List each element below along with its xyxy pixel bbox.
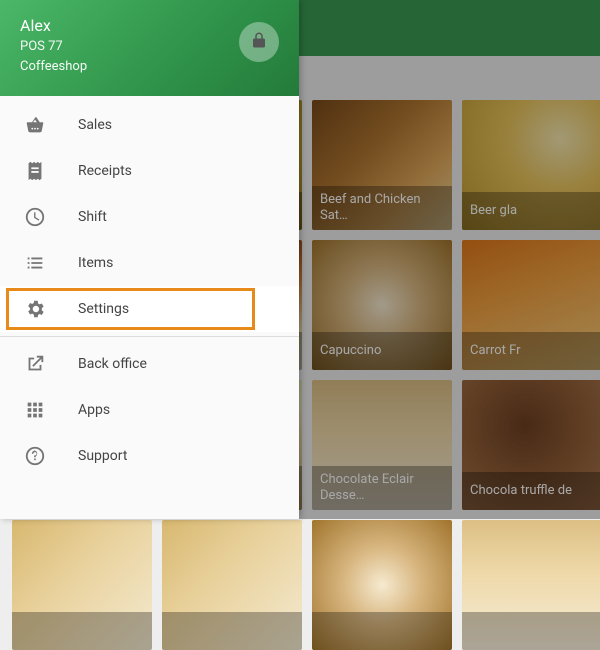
menu-item-items[interactable]: Items <box>0 240 299 286</box>
menu-item-receipts[interactable]: Receipts <box>0 148 299 194</box>
menu-label: Apps <box>78 402 110 418</box>
help-icon <box>24 445 46 467</box>
menu-item-back-office[interactable]: Back office <box>0 341 299 387</box>
menu-divider <box>0 336 299 337</box>
menu-label: Back office <box>78 356 147 372</box>
receipt-icon <box>24 160 46 182</box>
external-link-icon <box>24 353 46 375</box>
drawer-menu: Sales Receipts Shift Items Settings <box>0 96 299 479</box>
menu-item-support[interactable]: Support <box>0 433 299 479</box>
menu-label: Support <box>78 448 127 464</box>
lock-button[interactable] <box>239 22 279 62</box>
menu-item-settings[interactable]: Settings <box>0 286 299 332</box>
menu-item-shift[interactable]: Shift <box>0 194 299 240</box>
menu-label: Items <box>78 255 113 271</box>
grid-tile[interactable] <box>12 520 152 650</box>
list-icon <box>24 252 46 274</box>
basket-icon <box>24 114 46 136</box>
grid-tile[interactable] <box>462 520 600 650</box>
drawer-header: Alex POS 77 Coffeeshop <box>0 0 299 96</box>
gear-icon <box>24 298 46 320</box>
menu-label: Settings <box>78 301 129 317</box>
menu-item-sales[interactable]: Sales <box>0 102 299 148</box>
nav-drawer: Alex POS 77 Coffeeshop Sales Receipts <box>0 0 299 519</box>
menu-item-apps[interactable]: Apps <box>0 387 299 433</box>
lock-icon <box>250 31 268 53</box>
menu-label: Shift <box>78 209 107 225</box>
menu-label: Receipts <box>78 163 132 179</box>
grid-tile[interactable] <box>312 520 452 650</box>
apps-icon <box>24 399 46 421</box>
store-line: Coffeeshop <box>20 58 279 76</box>
grid-tile[interactable] <box>162 520 302 650</box>
clock-icon <box>24 206 46 228</box>
menu-label: Sales <box>78 117 112 133</box>
